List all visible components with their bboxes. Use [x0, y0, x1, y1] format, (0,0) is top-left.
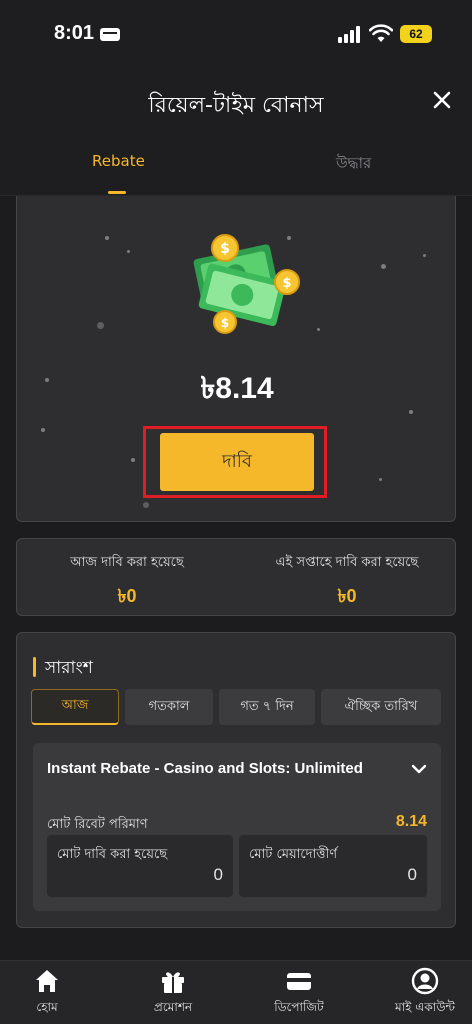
filter-last-7-days[interactable]: গত ৭ দিন [219, 689, 315, 725]
sim-card-icon [100, 28, 120, 41]
decor-dot [127, 250, 130, 253]
total-claimed-value: 0 [213, 865, 223, 884]
wifi-icon [369, 24, 393, 42]
wallet-icon [287, 973, 311, 990]
filter-today[interactable]: আজ [31, 689, 119, 725]
claim-button[interactable]: দাবি [160, 433, 314, 491]
filter-yesterday[interactable]: গতকাল [125, 689, 213, 725]
gift-icon [162, 972, 184, 993]
cellular-signal-icon [338, 25, 362, 43]
section-accent-bar [33, 657, 36, 677]
tab-claim[interactable]: উদ্ধার [336, 152, 371, 177]
nav-deposit-label: ডিপোজিট [274, 1000, 324, 1014]
svg-text:$: $ [220, 241, 230, 257]
summary-title: সারাংশ [45, 658, 93, 678]
decor-dot [379, 478, 382, 481]
nav-home-label: হোম [36, 1000, 58, 1014]
nav-promotion[interactable]: প্রমোশন [114, 967, 232, 1024]
decor-dot [381, 264, 386, 269]
filter-custom-date[interactable]: ঐচ্ছিক তারিখ [321, 689, 441, 725]
nav-home[interactable]: হোম [0, 967, 106, 1024]
nav-deposit[interactable]: ডিপোজিট [240, 967, 358, 1024]
claimed-week-label: এই সপ্তাহে দাবি করা হয়েছে [275, 555, 419, 570]
home-icon [36, 970, 58, 992]
total-expired-box: মোট মেয়াদোত্তীর্ণ 0 [239, 835, 427, 897]
page-header: রিয়েল-টাইম বোনাস Rebate উদ্ধার [0, 64, 472, 196]
active-tab-indicator [108, 191, 126, 194]
claimed-today-value: ৳0 [117, 586, 137, 606]
claimed-week: এই সপ্তাহে দাবি করা হয়েছে ৳0 [237, 553, 457, 613]
money-icon: $ $ $ [193, 234, 300, 334]
rebate-amount: ৳8.14 [200, 372, 274, 405]
rebate-detail-card: Instant Rebate - Casino and Slots: Unlim… [33, 743, 441, 911]
decor-dot [105, 236, 109, 240]
battery-indicator: 62 [400, 25, 432, 43]
total-claimed-label: মোট দাবি করা হয়েছে [57, 847, 168, 862]
nav-account[interactable]: মাই একাউন্ট [366, 967, 472, 1024]
rebate-card: $ $ $ ৳8.14 দাবি [16, 196, 456, 522]
summary-card: সারাংশ আজ গতকাল গত ৭ দিন ঐচ্ছিক তারিখ In… [16, 632, 456, 928]
status-bar: 8:01 62 [0, 0, 472, 64]
chevron-down-icon[interactable] [411, 761, 427, 777]
claimed-today-label: আজ দাবি করা হয়েছে [70, 555, 184, 570]
nav-account-label: মাই একাউন্ট [395, 1000, 455, 1014]
claimed-today: আজ দাবি করা হয়েছে ৳0 [17, 553, 237, 613]
rebate-name: Instant Rebate - Casino and Slots: Unlim… [47, 760, 363, 777]
page-title: রিয়েল-টাইম বোনাস [148, 93, 324, 118]
total-claimed-box: মোট দাবি করা হয়েছে 0 [47, 835, 233, 897]
svg-text:$: $ [282, 276, 291, 291]
decor-dot [143, 502, 149, 508]
decor-dot [131, 458, 135, 462]
svg-text:$: $ [221, 316, 229, 330]
total-expired-value: 0 [407, 865, 417, 884]
close-icon[interactable] [430, 88, 454, 112]
claimed-summary-card: আজ দাবি করা হয়েছে ৳0 এই সপ্তাহে দাবি কর… [16, 538, 456, 616]
claimed-week-value: ৳0 [337, 586, 357, 606]
status-time: 8:01 [54, 22, 95, 44]
total-expired-label: মোট মেয়াদোত্তীর্ণ [249, 847, 338, 862]
tab-rebate[interactable]: Rebate [92, 152, 145, 170]
total-rebate-value: 8.14 [395, 813, 427, 830]
decor-dot [41, 428, 45, 432]
decor-dot [423, 254, 426, 257]
decor-dot [317, 328, 320, 331]
nav-promotion-label: প্রমোশন [153, 1000, 193, 1014]
account-icon [411, 967, 439, 995]
total-rebate-label: মোট রিবেট পরিমাণ [47, 817, 148, 832]
bottom-nav: হোম প্রমোশন ডিপোজিট মাই একাউন্ট [0, 960, 472, 1024]
decor-dot [97, 322, 104, 329]
